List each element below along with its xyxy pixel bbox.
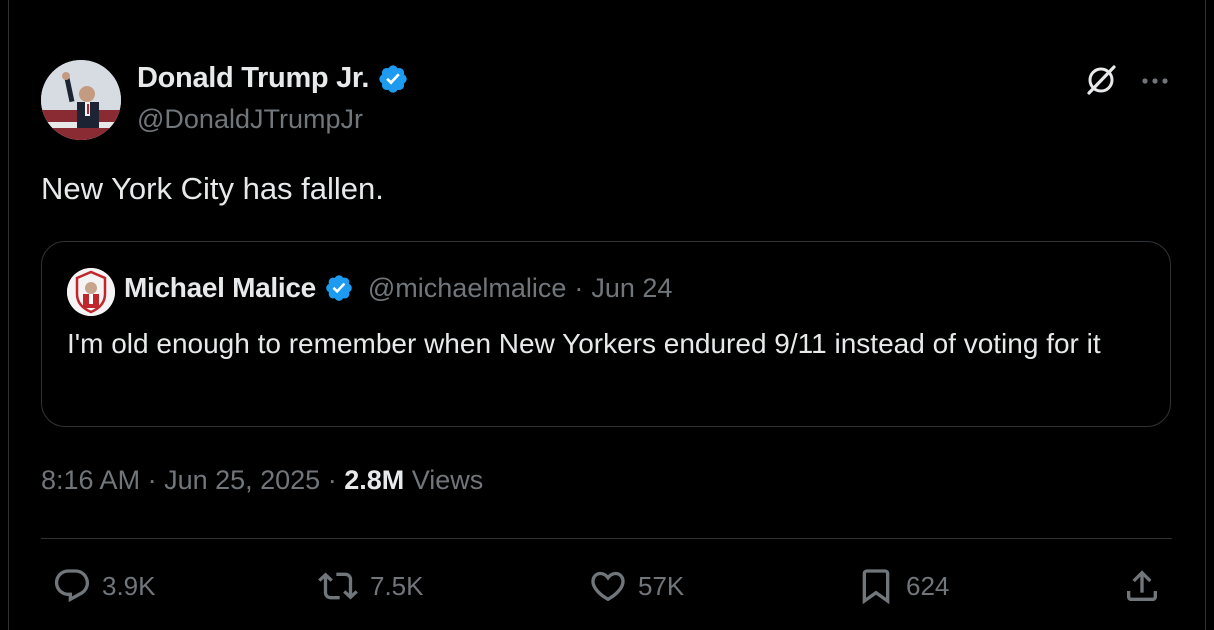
verified-badge-icon[interactable] <box>377 63 409 95</box>
views-count: 2.8M <box>344 465 405 495</box>
meta-separator: · <box>320 465 345 495</box>
author-name[interactable]: Donald Trump Jr. <box>137 62 369 95</box>
quoted-tweet-card[interactable]: Michael Malice @michaelmalice · Jun 24 I… <box>41 241 1171 427</box>
more-dots-icon <box>1142 78 1168 84</box>
heart-icon <box>591 571 625 602</box>
tweet-meta: 8:16 AM · Jun 25, 2025 · 2.8M Views <box>41 465 483 496</box>
bookmark-count: 624 <box>906 570 950 601</box>
quoted-author-avatar[interactable] <box>67 268 115 316</box>
share-upload-icon <box>1127 570 1157 601</box>
quoted-avatar-image <box>67 268 115 316</box>
reply-bubble-icon <box>54 569 90 603</box>
author-avatar[interactable] <box>41 60 121 140</box>
repost-arrows-icon <box>318 572 358 600</box>
more-options-button[interactable] <box>1138 64 1172 98</box>
tweet-text: New York City has fallen. <box>41 171 384 206</box>
share-button[interactable] <box>1122 566 1162 606</box>
bookmark-icon <box>862 569 890 605</box>
quoted-tweet-text: I'm old enough to remember when New York… <box>67 328 1101 359</box>
bookmark-button[interactable]: 624 <box>856 566 949 606</box>
author-handle[interactable]: @DonaldJTrumpJr <box>137 104 363 135</box>
repost-count: 7.5K <box>370 570 424 601</box>
reply-button[interactable]: 3.9K <box>52 566 156 606</box>
quoted-author-name[interactable]: Michael Malice <box>124 272 316 304</box>
tweet-date[interactable]: Jun 25, 2025 <box>164 465 320 495</box>
quoted-header: Michael Malice @michaelmalice · Jun 24 <box>124 272 672 304</box>
like-button[interactable]: 57K <box>588 566 684 606</box>
author-avatar-image <box>41 60 121 140</box>
views-label: Views <box>404 465 484 495</box>
grok-icon <box>1087 65 1116 95</box>
meta-separator: · <box>140 465 165 495</box>
actions-divider <box>41 538 1172 539</box>
tweet-time[interactable]: 8:16 AM <box>41 465 140 495</box>
author-name-row: Donald Trump Jr. <box>137 62 409 95</box>
quoted-author-handle[interactable]: @michaelmalice <box>368 273 566 304</box>
quoted-date[interactable]: Jun 24 <box>591 273 672 304</box>
reply-count: 3.9K <box>102 570 156 601</box>
quoted-separator: · <box>574 272 584 303</box>
like-count: 57K <box>638 570 685 601</box>
frame-left-border <box>8 0 9 630</box>
frame-right-border <box>1205 0 1206 630</box>
repost-button[interactable]: 7.5K <box>316 566 424 606</box>
verified-badge-icon <box>326 275 352 301</box>
grok-button[interactable] <box>1083 62 1119 98</box>
